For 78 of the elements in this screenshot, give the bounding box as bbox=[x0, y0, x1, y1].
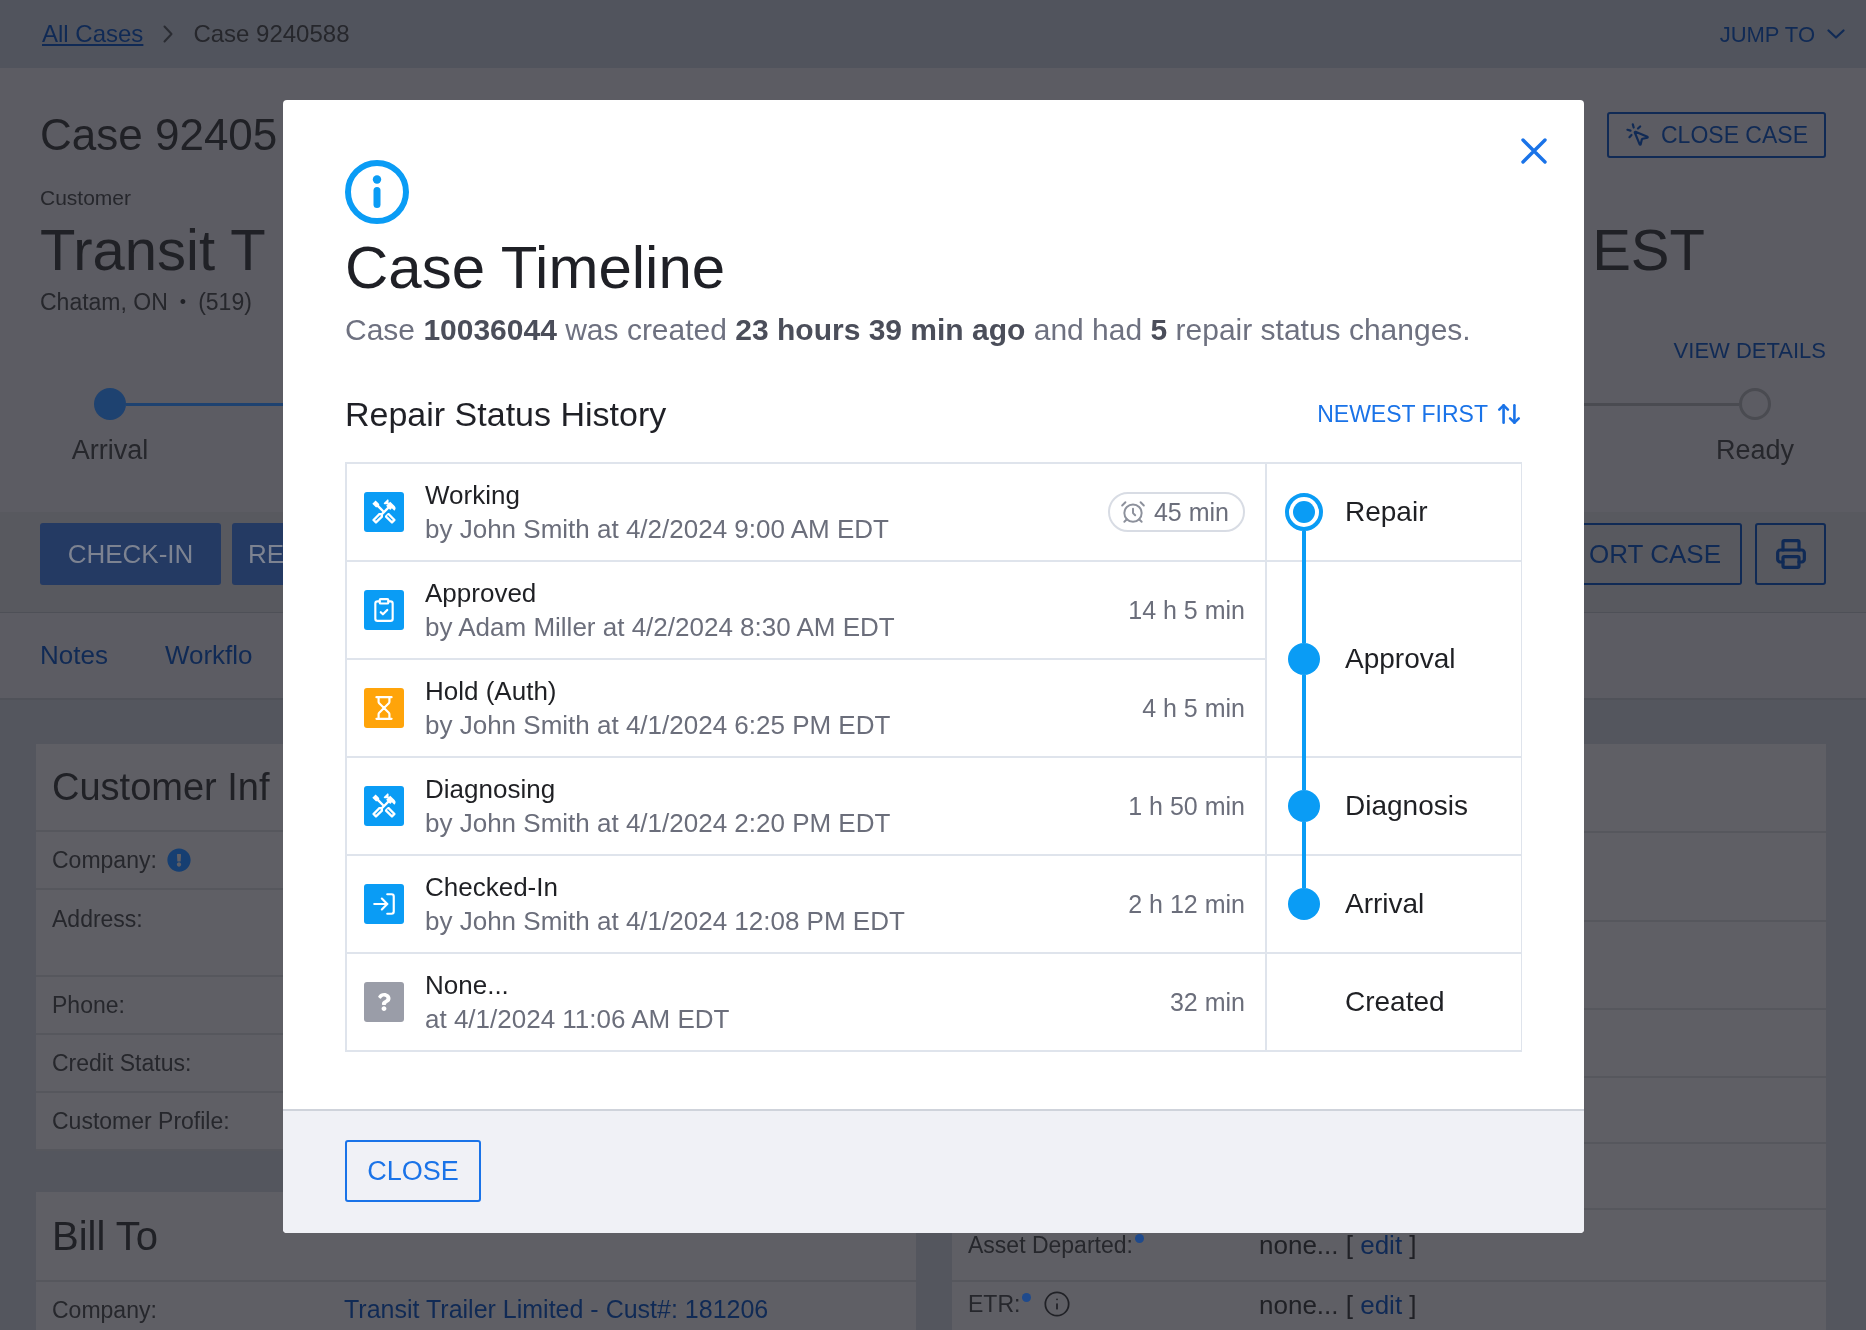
section-title: Repair Status History bbox=[345, 394, 667, 434]
elapsed-time: 45 min bbox=[1153, 497, 1229, 527]
card-title: Customer Inf bbox=[52, 764, 270, 810]
phase-label: Approval bbox=[1345, 642, 1456, 676]
edit-link[interactable]: edit bbox=[1360, 1290, 1403, 1320]
close-button[interactable] bbox=[1520, 137, 1548, 165]
field-label: Asset Departed: bbox=[968, 1231, 1133, 1259]
alarm-clock-icon bbox=[1119, 499, 1146, 525]
customer-label: Customer bbox=[40, 186, 132, 210]
duration-text: 2 h 12 min bbox=[1128, 889, 1245, 919]
card-title: Bill To bbox=[52, 1213, 158, 1260]
status-title: None... bbox=[425, 969, 509, 1002]
sort-button[interactable]: NEWEST FIRST bbox=[1317, 396, 1522, 432]
case-title: Case 92405 bbox=[40, 110, 278, 160]
status-detail: by Adam Miller at 4/2/2024 8:30 AM EDT bbox=[425, 611, 895, 644]
status-title: Working bbox=[425, 479, 520, 512]
action-button[interactable]: RE bbox=[232, 523, 285, 585]
field-label: Address: bbox=[52, 905, 143, 934]
up-down-arrows-icon bbox=[1496, 401, 1522, 427]
field-label: ETR: bbox=[968, 1290, 1021, 1318]
breadcrumb-link[interactable]: All Cases bbox=[42, 16, 144, 52]
duration-text: 14 h 5 min bbox=[1128, 595, 1245, 625]
phase-label: Diagnosis bbox=[1345, 789, 1468, 823]
sign-in-icon bbox=[364, 884, 404, 924]
status-title: Checked-In bbox=[425, 871, 558, 904]
step-label: Ready bbox=[1716, 434, 1795, 466]
customer-name: EST bbox=[1592, 218, 1705, 282]
phase-label: Arrival bbox=[1345, 887, 1425, 921]
phase-label: Created bbox=[1345, 985, 1445, 1019]
tab[interactable]: Workflo bbox=[164, 636, 253, 675]
jump-to-button[interactable]: JUMP TO bbox=[1719, 17, 1845, 51]
customer-name: Transit T bbox=[40, 218, 266, 282]
close-case-button[interactable]: CLOSE CASE bbox=[1607, 112, 1826, 158]
duration-text: 4 h 5 min bbox=[1142, 693, 1245, 723]
info-icon bbox=[345, 160, 409, 224]
chevron-down-icon bbox=[1827, 29, 1845, 39]
current-step-ring-icon bbox=[1285, 493, 1323, 531]
close-icon bbox=[1521, 138, 1547, 164]
bullet-separator: • bbox=[179, 290, 187, 314]
phase-label: Repair bbox=[1345, 495, 1428, 529]
tools-icon bbox=[364, 786, 404, 826]
pointer-click-icon bbox=[1625, 122, 1651, 148]
close-dialog-button[interactable]: CLOSE bbox=[345, 1140, 481, 1202]
tab[interactable]: Notes bbox=[40, 636, 108, 675]
dialog-title: Case Timeline bbox=[345, 233, 726, 303]
field-value: none... [ edit ] bbox=[1259, 1230, 1417, 1260]
printer-icon bbox=[1774, 538, 1807, 570]
question-mark-icon bbox=[364, 982, 404, 1022]
field-label: Company: bbox=[52, 846, 157, 875]
hourglass-icon bbox=[364, 688, 404, 728]
field-label: Credit Status: bbox=[52, 1049, 192, 1078]
status-detail: by John Smith at 4/1/2024 12:08 PM EDT bbox=[425, 905, 905, 938]
action-button[interactable]: CHECK-IN bbox=[40, 523, 221, 585]
step-label: Arrival bbox=[71, 434, 149, 466]
edit-link[interactable]: edit bbox=[1360, 1230, 1403, 1260]
status-title: Diagnosing bbox=[425, 773, 556, 806]
chevron-right-icon bbox=[163, 25, 174, 43]
field-value: none... [ edit ] bbox=[1259, 1290, 1417, 1320]
status-detail: by John Smith at 4/1/2024 6:25 PM EDT bbox=[425, 709, 891, 742]
summary-text: Case 10036044 was created 23 hours 39 min ago and had 5 repair status changes. bbox=[345, 312, 1471, 348]
status-title: Hold (Auth) bbox=[425, 675, 557, 708]
status-title: Approved bbox=[425, 577, 537, 610]
customer-link[interactable]: Transit Trailer Limited - Cust#: 181206 bbox=[344, 1291, 769, 1329]
status-detail: by John Smith at 4/2/2024 9:00 AM EDT bbox=[425, 513, 889, 546]
clipboard-check-icon bbox=[364, 590, 404, 630]
tools-icon bbox=[364, 492, 404, 532]
status-detail: at 4/1/2024 11:06 AM EDT bbox=[425, 1003, 730, 1036]
field-label: Phone: bbox=[52, 991, 125, 1020]
field-label: Customer Profile: bbox=[52, 1107, 230, 1136]
field-label: Company: bbox=[52, 1295, 158, 1325]
view-details-link[interactable]: VIEW DETAILS bbox=[1673, 338, 1826, 364]
duration-text: 32 min bbox=[1169, 987, 1245, 1017]
customer-location: Chatam, ON bbox=[40, 287, 168, 317]
status-detail: by John Smith at 4/1/2024 2:20 PM EDT bbox=[425, 807, 891, 840]
timeline-connector bbox=[1302, 822, 1306, 888]
alert-icon bbox=[166, 848, 191, 872]
customer-phone: (519) bbox=[198, 287, 252, 317]
duration-text: 1 h 50 min bbox=[1128, 791, 1245, 821]
